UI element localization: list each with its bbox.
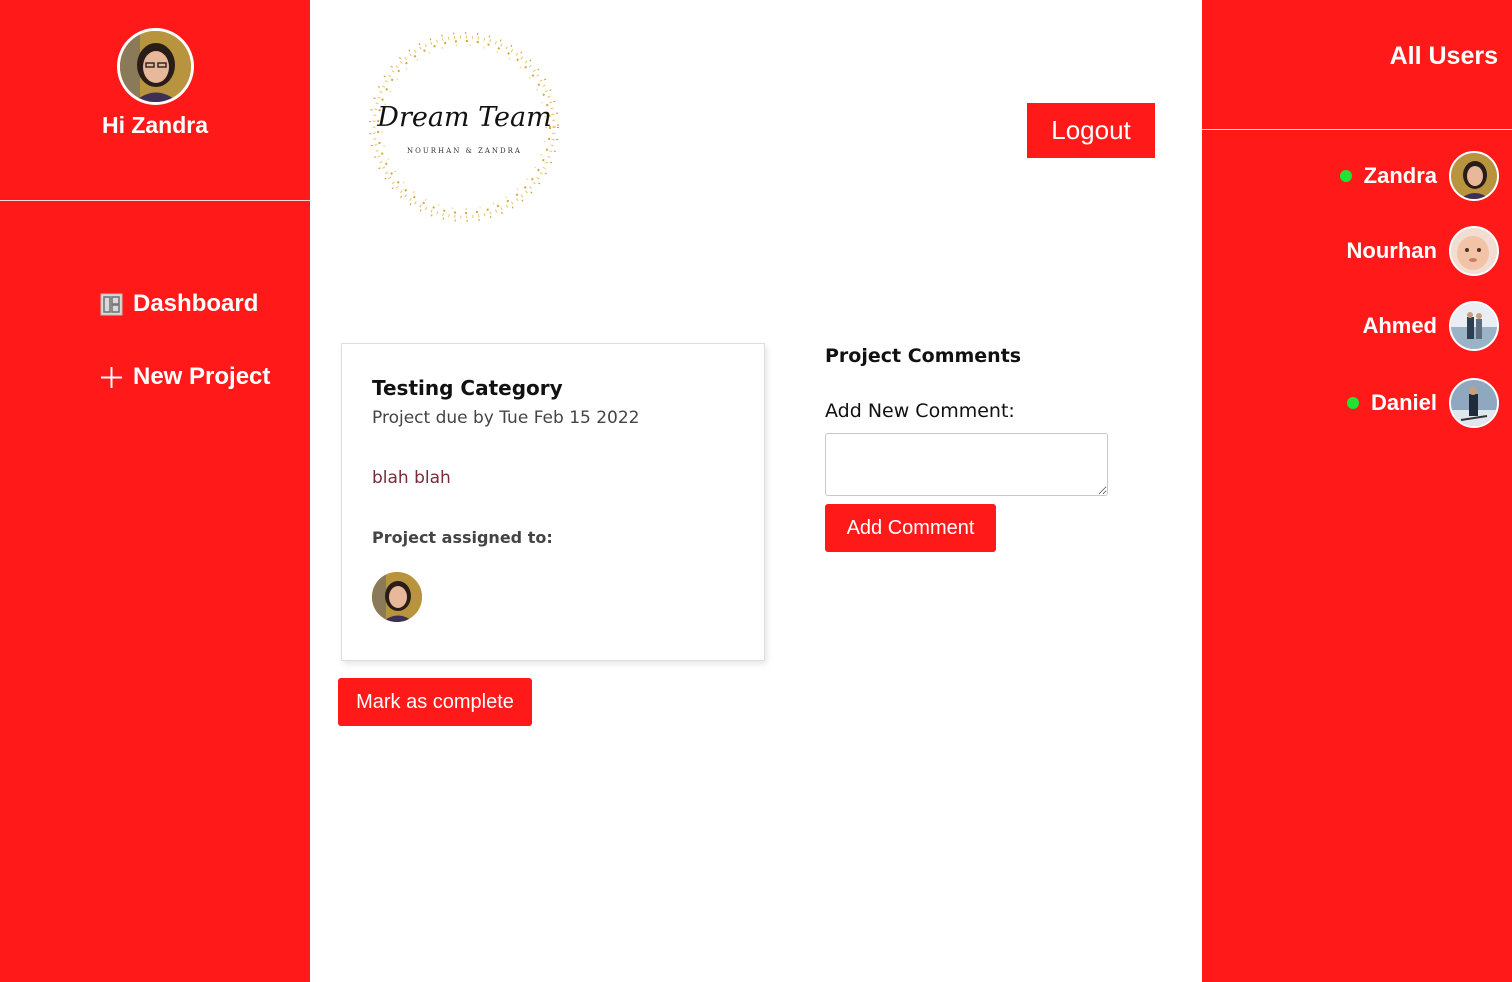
logo-subtitle: NOURHAN & ZANDRA (407, 147, 522, 155)
user-name: Daniel (1370, 390, 1437, 415)
user-item[interactable]: Daniel (1346, 378, 1499, 428)
project-title: Testing Category (372, 376, 563, 400)
nav-dashboard[interactable]: Dashboard (100, 290, 258, 318)
dream-team-logo: Dream Team NOURHAN & ZANDRA (362, 28, 567, 228)
comment-label: Add New Comment: (825, 400, 1015, 422)
avatar-image (372, 572, 422, 622)
user-item[interactable]: Zandra (1339, 151, 1499, 201)
avatar-image (120, 31, 191, 102)
plus-icon (101, 366, 122, 388)
project-assigned-label: Project assigned to: (372, 528, 553, 547)
nav-new-project[interactable]: New Project (100, 363, 270, 391)
online-status-icon (1346, 397, 1359, 409)
avatar-image (1451, 303, 1497, 349)
project-due-date: Project due by Tue Feb 15 2022 (372, 408, 640, 428)
avatar-image (1451, 228, 1497, 274)
users-divider (1202, 129, 1512, 130)
main-content: Dream Team NOURHAN & ZANDRA Logout Testi… (310, 0, 1202, 982)
user-avatar (1449, 378, 1499, 428)
sidebar-divider (0, 200, 310, 201)
user-avatar (1449, 151, 1499, 201)
user-avatar (1449, 226, 1499, 276)
nav-dashboard-label: Dashboard (133, 290, 259, 317)
left-sidebar: Hi Zandra Dashboard New Project (0, 0, 310, 982)
user-name: Ahmed (1362, 313, 1437, 338)
nav-new-project-label: New Project (133, 363, 271, 390)
current-user-avatar (117, 28, 194, 105)
project-details: blah blah (372, 468, 451, 488)
user-item[interactable]: Ahmed (1362, 301, 1499, 351)
user-avatar (1449, 301, 1499, 351)
user-item[interactable]: Nourhan (1347, 226, 1499, 276)
logout-button[interactable]: Logout (1027, 103, 1155, 158)
users-title: All Users (1389, 42, 1498, 70)
logo-title: Dream Team (377, 102, 552, 133)
avatar-image (1451, 380, 1497, 426)
comment-input[interactable] (825, 433, 1108, 496)
add-comment-button[interactable]: Add Comment (825, 504, 996, 552)
comments-title: Project Comments (825, 345, 1022, 367)
greeting: Hi Zandra (101, 112, 209, 138)
assigned-user-avatar (372, 572, 422, 622)
user-name: Nourhan (1346, 238, 1437, 263)
user-name: Zandra (1363, 163, 1437, 188)
dashboard-icon (100, 293, 123, 315)
mark-complete-button[interactable]: Mark as complete (338, 678, 532, 726)
avatar-image (1451, 153, 1497, 199)
online-status-icon (1339, 170, 1352, 182)
users-sidebar: All Users Zandra Nourhan Ahmed Daniel (1202, 0, 1512, 982)
project-card: Testing Category Project due by Tue Feb … (341, 343, 765, 661)
